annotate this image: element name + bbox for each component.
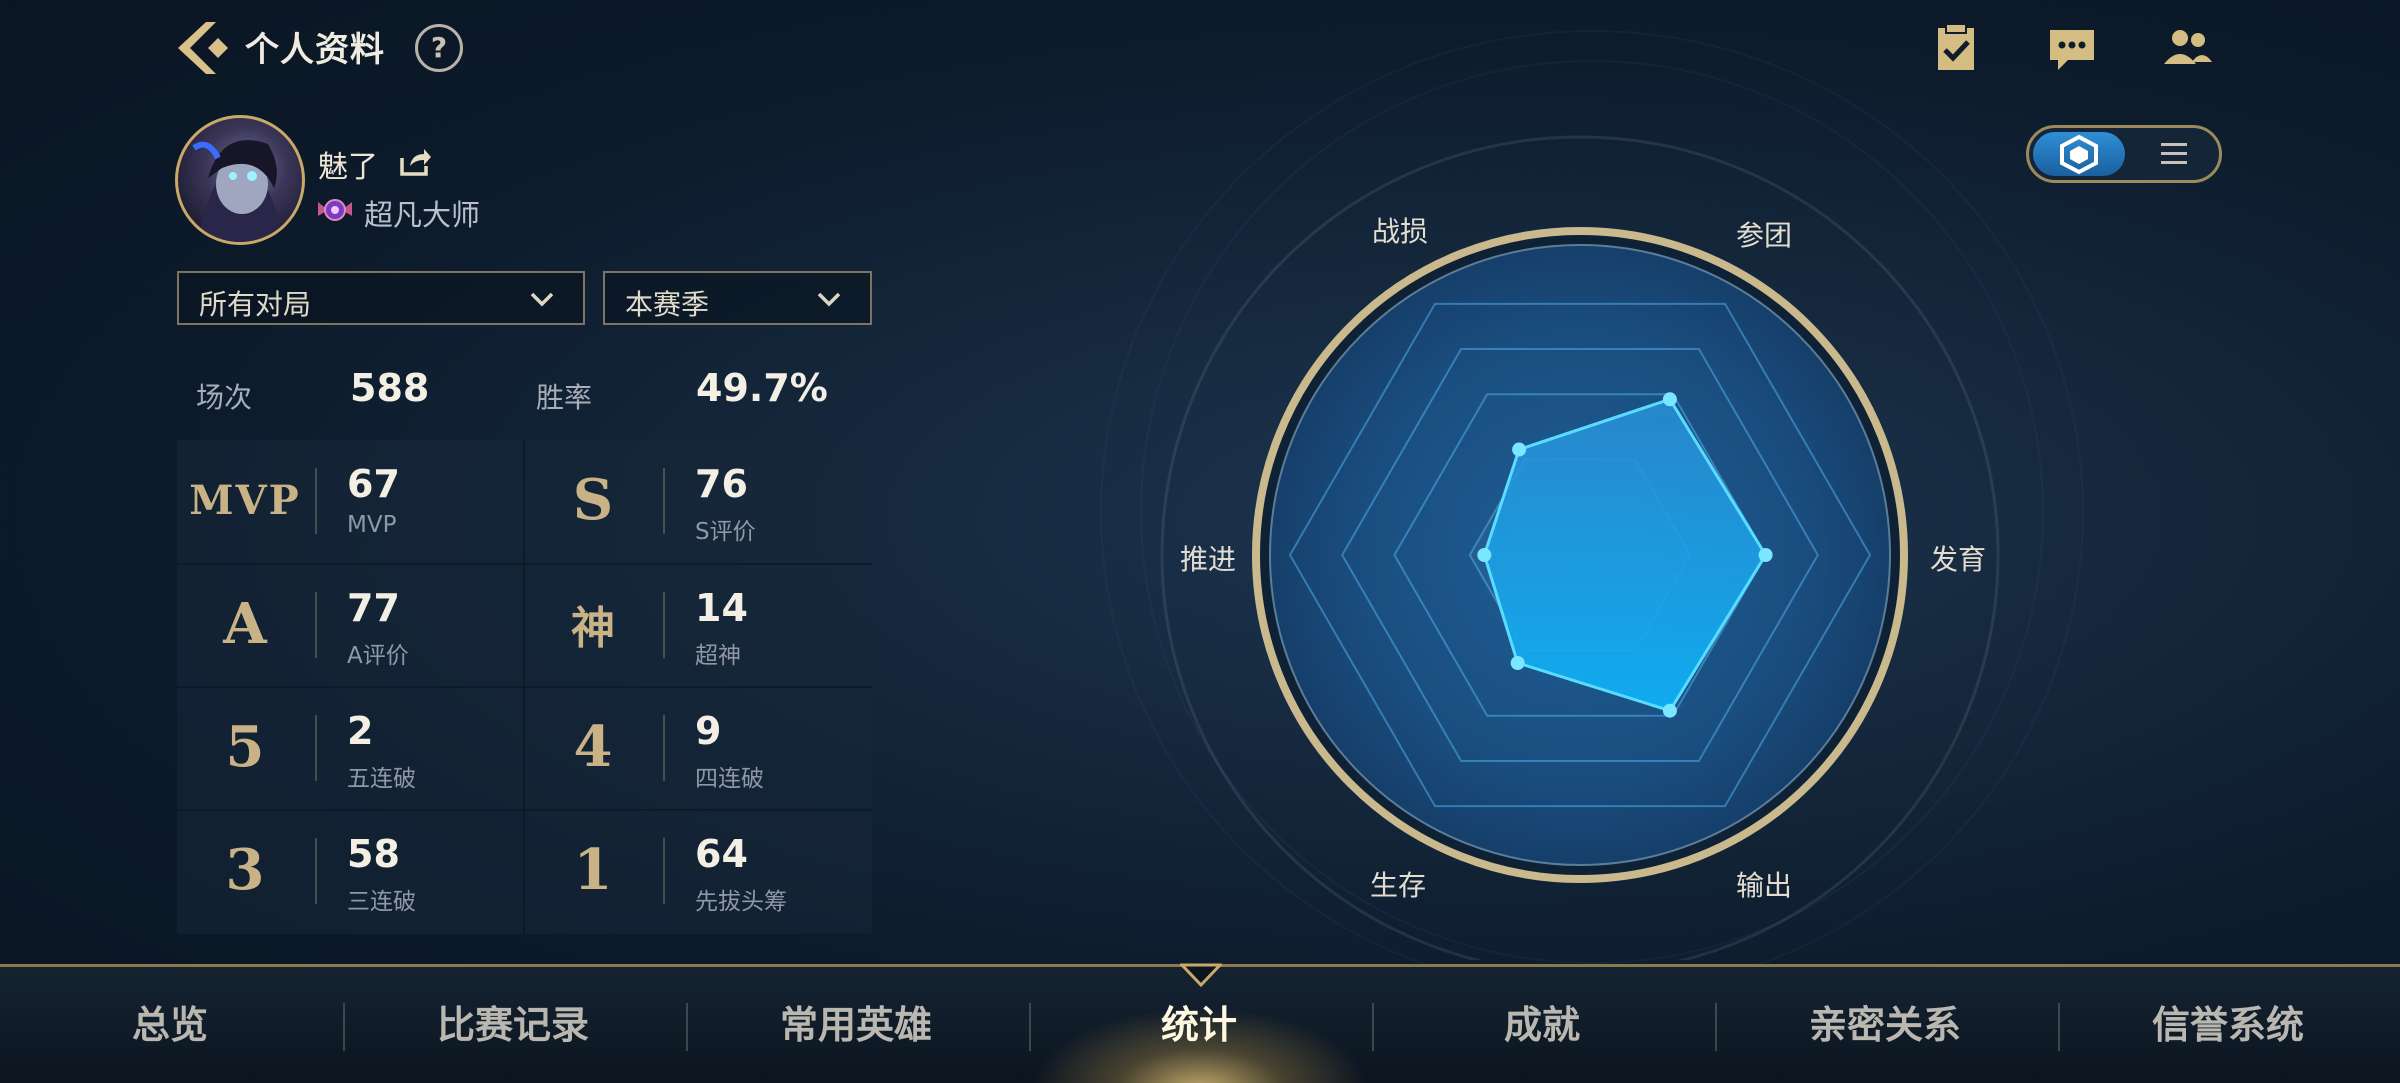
friends-icon[interactable] [2162,22,2214,74]
matches-value: 588 [350,366,430,410]
stat-value: 77 [347,586,400,630]
stat-label: 四连破 [695,766,764,792]
list-icon [2161,143,2187,164]
stat-value: 2 [347,709,374,753]
stat-value: 76 [695,462,748,506]
back-icon[interactable] [172,18,230,78]
match-type-value: 所有对局 [199,288,312,321]
matches-label: 场次 [196,381,253,414]
stat-label: MVP [347,512,397,538]
stat-label: 三连破 [347,889,416,915]
help-button[interactable]: ? [415,24,463,72]
s-rating-badge: S [572,467,614,533]
first-blood-badge: 1 [573,837,613,903]
stat-cell-legendary: 神 14 超神 [525,564,871,687]
stats-grid: MVP 67 MVP S 76 S评价 A 77 A评价 神 14 超神 5 2… [177,440,872,934]
radar-chart: 战损 参团 发育 输出 生存 推进 [1100,100,2100,960]
radar-label-survival: 生存 [1370,869,1427,902]
radar-point [1512,442,1527,457]
avatar[interactable] [175,115,305,245]
match-type-dropdown[interactable]: 所有对局 [177,271,585,325]
chevron-down-icon [530,292,554,307]
view-mode-toggle [2026,125,2222,183]
stat-value: 9 [695,709,722,753]
tab-common-heroes[interactable]: 常用英雄 [686,967,1026,1083]
quadra-kill-badge: 4 [573,714,613,780]
radar-label-damage: 输出 [1736,869,1793,902]
legendary-badge: 神 [571,603,615,654]
rank-label: 超凡大师 [364,198,481,232]
rank-badge-icon [318,199,352,221]
chat-icon[interactable] [2046,22,2098,74]
stat-cell-first-blood: 1 64 先拔头筹 [525,810,871,933]
hexagon-icon [2060,134,2098,175]
stat-label: 五连破 [347,766,416,792]
radar-label-teamfight: 参团 [1736,219,1793,252]
task-check-icon[interactable] [1930,22,1982,74]
tab-overview[interactable]: 总览 [0,967,340,1083]
stat-label: S评价 [695,519,756,545]
mvp-badge: MVP [189,476,301,524]
username: 魅了 [318,150,378,185]
radar-point [1758,548,1773,562]
radar-label-push: 推进 [1180,543,1237,576]
stat-cell-quadra-kill: 4 9 四连破 [525,687,871,810]
tab-credit-system[interactable]: 信誉系统 [2058,967,2398,1083]
stat-cell-s-rating: S 76 S评价 [525,440,871,563]
radar-label-farming: 发育 [1930,543,1987,576]
winrate-value: 49.7% [696,366,828,410]
penta-kill-badge: 5 [225,714,265,780]
radar-point [1477,548,1492,562]
tab-match-history[interactable]: 比赛记录 [343,967,683,1083]
radar-view-button[interactable] [2033,132,2125,176]
stat-label: A评价 [347,643,409,669]
stat-value: 14 [695,586,748,630]
tab-achievements[interactable]: 成就 [1372,967,1712,1083]
stat-cell-a-rating: A 77 A评价 [177,564,523,687]
stat-label: 超神 [695,643,741,669]
season-dropdown[interactable]: 本赛季 [603,271,872,325]
season-value: 本赛季 [625,288,710,321]
stat-cell-mvp: MVP 67 MVP [177,440,523,563]
radar-point [1662,392,1677,407]
stat-value: 58 [347,832,400,876]
share-icon[interactable] [398,146,432,178]
stat-label: 先拔头筹 [695,889,787,915]
page-title: 个人资料 [245,30,385,70]
radar-point [1510,655,1525,670]
tab-intimacy[interactable]: 亲密关系 [1715,967,2055,1083]
winrate-label: 胜率 [536,381,593,414]
list-view-button[interactable] [2129,132,2217,176]
stat-cell-penta-kill: 5 2 五连破 [177,687,523,810]
bottom-tab-bar: 总览 比赛记录 常用英雄 统计 成就 亲密关系 信誉系统 [0,963,2400,1083]
stat-value: 67 [347,462,400,506]
triple-kill-badge: 3 [225,837,265,903]
stat-cell-triple-kill: 3 58 三连破 [177,810,523,933]
tab-statistics[interactable]: 统计 [1029,967,1369,1083]
a-rating-badge: A [223,591,267,657]
chevron-down-icon [817,292,841,307]
radar-label-damage-taken: 战损 [1372,215,1429,248]
radar-point [1662,703,1677,718]
stat-value: 64 [695,832,748,876]
